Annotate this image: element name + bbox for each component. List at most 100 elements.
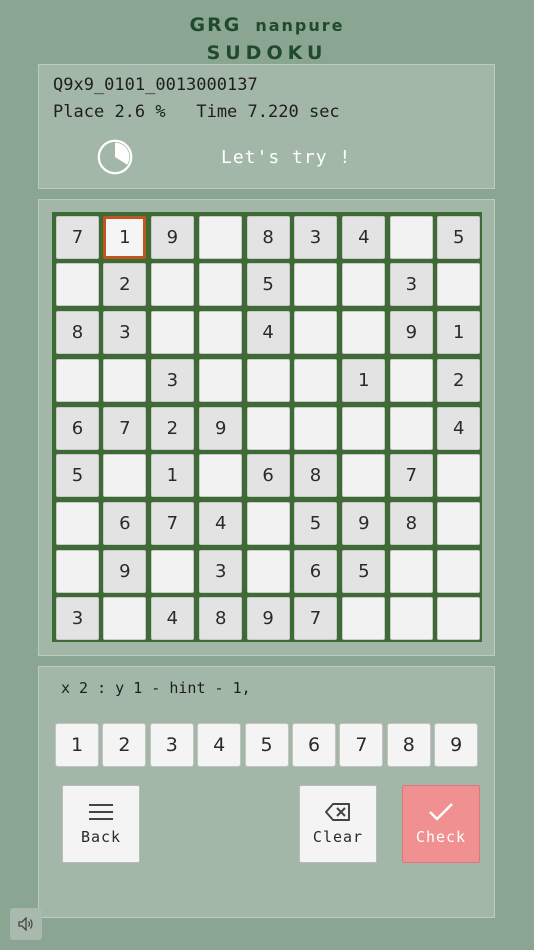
cell-r4-c2[interactable]	[103, 359, 147, 403]
cell-r2-c5[interactable]: 5	[246, 263, 290, 307]
cell-r1-c9[interactable]: 5	[437, 216, 481, 259]
cell-r5-c8[interactable]	[389, 406, 433, 450]
cell-r5-c1[interactable]: 6	[56, 406, 99, 450]
cell-r2-c1[interactable]	[56, 263, 99, 307]
cell-r5-c4[interactable]: 9	[199, 406, 243, 450]
cell-r8-c1[interactable]	[56, 549, 99, 593]
cell-r8-c9[interactable]	[437, 549, 481, 593]
logo-line-1: GRG nanpure	[0, 14, 534, 36]
number-button-6[interactable]: 6	[292, 723, 336, 767]
cell-r5-c7[interactable]	[342, 406, 386, 450]
cell-r6-c5[interactable]: 6	[246, 454, 290, 497]
number-button-5[interactable]: 5	[244, 723, 289, 767]
cell-r7-c1[interactable]	[56, 502, 99, 546]
cell-r7-c4[interactable]: 4	[199, 502, 243, 546]
cell-r7-c2[interactable]: 6	[103, 502, 147, 546]
clear-label: Clear	[312, 828, 364, 846]
cell-r5-c2[interactable]: 7	[103, 406, 147, 450]
cell-r3-c9[interactable]: 1	[437, 310, 481, 354]
cell-r3-c4[interactable]	[199, 310, 243, 354]
cell-r2-c4[interactable]	[199, 263, 243, 307]
cell-r1-c3[interactable]: 9	[150, 216, 194, 259]
number-button-1[interactable]: 1	[55, 723, 99, 767]
cell-r6-c6[interactable]: 8	[294, 454, 337, 497]
cell-r8-c5[interactable]	[246, 549, 290, 593]
sound-toggle-button[interactable]	[10, 908, 42, 940]
cell-r2-c8[interactable]: 3	[389, 263, 433, 307]
number-button-8[interactable]: 8	[386, 723, 431, 767]
cell-r9-c1[interactable]: 3	[56, 597, 99, 641]
cell-r9-c5[interactable]: 9	[246, 597, 290, 641]
cell-r8-c8[interactable]	[389, 549, 433, 593]
info-panel: Q9x9_0101_0013000137 Place 2.6 % Time 7.…	[38, 64, 495, 189]
cell-r3-c6[interactable]	[294, 310, 337, 354]
cell-r8-c3[interactable]	[150, 549, 194, 593]
cell-r2-c3[interactable]	[150, 263, 194, 307]
cell-r9-c4[interactable]: 8	[199, 597, 243, 641]
cell-r5-c5[interactable]	[246, 406, 290, 450]
board-panel: 7198345253834913126729451687674598936534…	[38, 199, 495, 656]
cell-r6-c3[interactable]: 1	[150, 454, 194, 497]
cell-r7-c3[interactable]: 7	[150, 502, 194, 546]
cell-r1-c6[interactable]: 3	[294, 216, 337, 259]
cell-r6-c1[interactable]: 5	[56, 454, 99, 497]
cell-r4-c6[interactable]	[294, 359, 337, 403]
cell-r1-c2[interactable]: 1	[103, 216, 147, 259]
cell-r5-c3[interactable]: 2	[150, 406, 194, 450]
number-button-9[interactable]: 9	[434, 723, 479, 767]
cell-r3-c8[interactable]: 9	[389, 310, 433, 354]
cell-r6-c7[interactable]	[342, 454, 386, 497]
cell-r9-c6[interactable]: 7	[294, 597, 337, 641]
cell-r4-c9[interactable]: 2	[437, 359, 481, 403]
cell-r4-c5[interactable]	[246, 359, 290, 403]
cell-r5-c6[interactable]	[294, 406, 337, 450]
number-button-7[interactable]: 7	[339, 723, 384, 767]
cell-r7-c7[interactable]: 9	[342, 502, 386, 546]
cell-r9-c3[interactable]: 4	[150, 597, 194, 641]
number-button-4[interactable]: 4	[197, 723, 242, 767]
cell-r8-c7[interactable]: 5	[342, 549, 386, 593]
cell-r4-c3[interactable]: 3	[150, 359, 194, 403]
cell-r4-c1[interactable]	[56, 359, 99, 403]
cell-r7-c8[interactable]: 8	[389, 502, 433, 546]
cell-r6-c4[interactable]	[199, 454, 243, 497]
check-button[interactable]: Check	[402, 785, 480, 863]
cell-r9-c9[interactable]	[437, 597, 481, 641]
time-label: Time	[196, 102, 238, 122]
cell-r9-c8[interactable]	[389, 597, 433, 641]
cell-r2-c2[interactable]: 2	[103, 263, 147, 307]
control-panel: x 2 : y 1 - hint - 1, 123456789 Back Cle…	[38, 666, 495, 918]
clear-button[interactable]: Clear	[299, 785, 377, 863]
cell-r3-c1[interactable]: 8	[56, 310, 99, 354]
cell-r1-c8[interactable]	[389, 216, 433, 259]
cell-r3-c3[interactable]	[150, 310, 194, 354]
cell-r1-c5[interactable]: 8	[246, 216, 290, 259]
cell-r3-c5[interactable]: 4	[246, 310, 290, 354]
cell-r1-c1[interactable]: 7	[56, 216, 99, 259]
cell-r1-c7[interactable]: 4	[342, 216, 386, 259]
cell-r2-c9[interactable]	[437, 263, 481, 307]
number-button-3[interactable]: 3	[149, 723, 194, 767]
cell-r3-c2[interactable]: 3	[103, 310, 147, 354]
cell-r7-c6[interactable]: 5	[294, 502, 337, 546]
cell-r2-c7[interactable]	[342, 263, 386, 307]
cell-r4-c8[interactable]	[389, 359, 433, 403]
cell-r8-c4[interactable]: 3	[199, 549, 243, 593]
cell-r4-c4[interactable]	[199, 359, 243, 403]
back-button[interactable]: Back	[62, 785, 140, 863]
cell-r5-c9[interactable]: 4	[437, 406, 481, 450]
cell-r6-c9[interactable]	[437, 454, 481, 497]
cell-r6-c2[interactable]	[103, 454, 147, 497]
cell-r9-c2[interactable]	[103, 597, 147, 641]
cell-r1-c4[interactable]	[199, 216, 243, 259]
cell-r4-c7[interactable]: 1	[342, 359, 386, 403]
cell-r2-c6[interactable]	[294, 263, 337, 307]
cell-r7-c9[interactable]	[437, 502, 481, 546]
cell-r3-c7[interactable]	[342, 310, 386, 354]
cell-r9-c7[interactable]	[342, 597, 386, 641]
cell-r7-c5[interactable]	[246, 502, 290, 546]
cell-r8-c2[interactable]: 9	[103, 549, 147, 593]
cell-r8-c6[interactable]: 6	[294, 549, 337, 593]
cell-r6-c8[interactable]: 7	[389, 454, 433, 497]
number-button-2[interactable]: 2	[102, 723, 147, 767]
